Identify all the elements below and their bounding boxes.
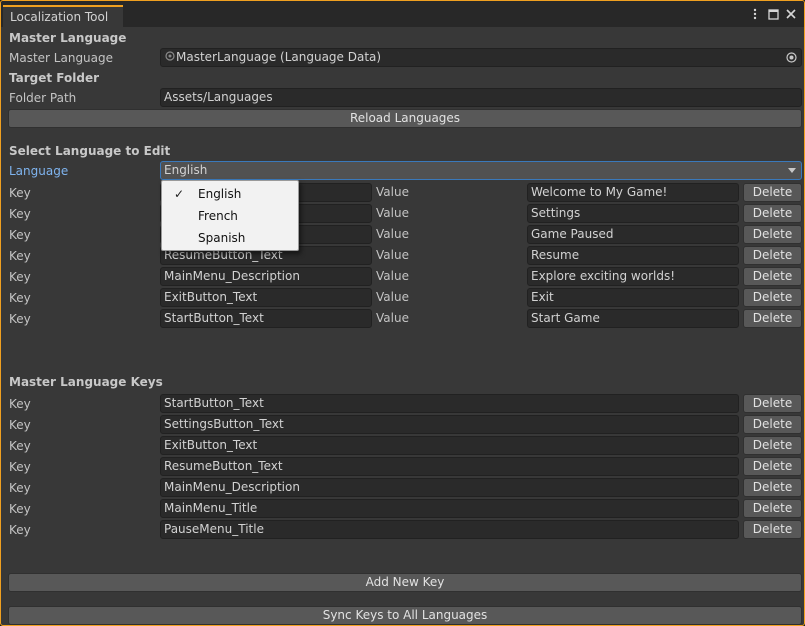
master-key-label: Key [9,460,31,474]
dropdown-arrow-icon [788,168,796,173]
window-tab-bar: Localization Tool [1,1,804,27]
entry-delete-button[interactable]: Delete [743,204,802,223]
object-picker-icon[interactable] [784,50,799,65]
entry-delete-button[interactable]: Delete [743,288,802,307]
entry-value-input[interactable]: Game Paused [527,225,739,244]
entry-key-label: Key [9,270,31,284]
localization-tool-window: Localization Tool Master Language Master… [0,0,805,626]
entry-delete-button[interactable]: Delete [743,183,802,202]
master-key-delete-button[interactable]: Delete [743,499,802,518]
entry-key-label: Key [9,291,31,305]
master-key-delete-button[interactable]: Delete [743,457,802,476]
master-key-label: Key [9,502,31,516]
entry-value-input[interactable]: Explore exciting worlds! [527,267,739,286]
entry-key-input[interactable]: ExitButton_Text [160,288,372,307]
option-label: French [198,209,238,223]
master-key-label: Key [9,439,31,453]
folder-path-input[interactable]: Assets/Languages [160,88,802,107]
dropdown-option-spanish[interactable]: Spanish [162,227,298,249]
tab-localization-tool[interactable]: Localization Tool [3,5,123,27]
entry-key-label: Key [9,186,31,200]
entry-key-label: Key [9,228,31,242]
window-controls [748,6,798,22]
language-dropdown[interactable]: English [160,161,802,180]
folder-path-label: Folder Path [9,91,77,105]
selected-language: English [164,163,208,177]
sync-keys-button[interactable]: Sync Keys to All Languages [8,606,802,625]
entry-value-input[interactable]: Start Game [527,309,739,328]
entry-delete-button[interactable]: Delete [743,309,802,328]
entry-value-label: Value [376,227,409,241]
option-label: Spanish [198,231,246,245]
entry-key-label: Key [9,249,31,263]
master-key-label: Key [9,418,31,432]
entry-key-label: Key [9,312,31,326]
language-dropdown-menu: ✓ English French Spanish [161,180,299,251]
entry-value-label: Value [376,269,409,283]
master-key-label: Key [9,523,31,537]
master-key-input[interactable]: SettingsButton_Text [160,415,739,434]
reload-languages-button[interactable]: Reload Languages [8,109,802,128]
master-key-delete-button[interactable]: Delete [743,478,802,497]
master-key-delete-button[interactable]: Delete [743,415,802,434]
master-keys-header: Master Language Keys [9,375,163,389]
master-key-input[interactable]: ResumeButton_Text [160,457,739,476]
maximize-icon[interactable] [766,6,780,22]
master-language-header: Master Language [9,31,127,45]
entry-value-input[interactable]: Welcome to My Game! [527,183,739,202]
master-key-input[interactable]: MainMenu_Title [160,499,739,518]
master-language-object-field[interactable]: MasterLanguage (Language Data) [160,48,802,67]
dropdown-option-english[interactable]: ✓ English [162,183,298,205]
entry-delete-button[interactable]: Delete [743,225,802,244]
master-key-label: Key [9,397,31,411]
checkmark-icon: ✓ [174,187,185,201]
entry-value-label: Value [376,290,409,304]
close-icon[interactable] [784,6,798,22]
master-key-delete-button[interactable]: Delete [743,520,802,539]
add-new-key-button[interactable]: Add New Key [8,573,802,592]
entry-value-label: Value [376,311,409,325]
entry-value-input[interactable]: Resume [527,246,739,265]
master-language-label: Master Language [9,51,114,65]
target-folder-header: Target Folder [9,71,100,85]
master-key-input[interactable]: StartButton_Text [160,394,739,413]
dropdown-option-french[interactable]: French [162,205,298,227]
entry-value-label: Value [376,206,409,220]
master-key-delete-button[interactable]: Delete [743,394,802,413]
entry-key-label: Key [9,207,31,221]
master-key-input[interactable]: MainMenu_Description [160,478,739,497]
entry-key-input[interactable]: StartButton_Text [160,309,372,328]
entry-delete-button[interactable]: Delete [743,246,802,265]
entry-value-input[interactable]: Settings [527,204,739,223]
entry-value-label: Value [376,248,409,262]
master-key-delete-button[interactable]: Delete [743,436,802,455]
entry-value-input[interactable]: Exit [527,288,739,307]
master-language-value: MasterLanguage (Language Data) [176,50,382,64]
master-key-input[interactable]: ExitButton_Text [160,436,739,455]
kebab-menu-icon[interactable] [748,6,762,22]
master-key-label: Key [9,481,31,495]
select-language-header: Select Language to Edit [9,144,171,158]
master-key-input[interactable]: PauseMenu_Title [160,520,739,539]
language-data-asset-icon [165,49,176,66]
language-label: Language [9,164,69,178]
entry-key-input[interactable]: MainMenu_Description [160,267,372,286]
entry-delete-button[interactable]: Delete [743,267,802,286]
entry-value-label: Value [376,185,409,199]
option-label: English [198,187,242,201]
